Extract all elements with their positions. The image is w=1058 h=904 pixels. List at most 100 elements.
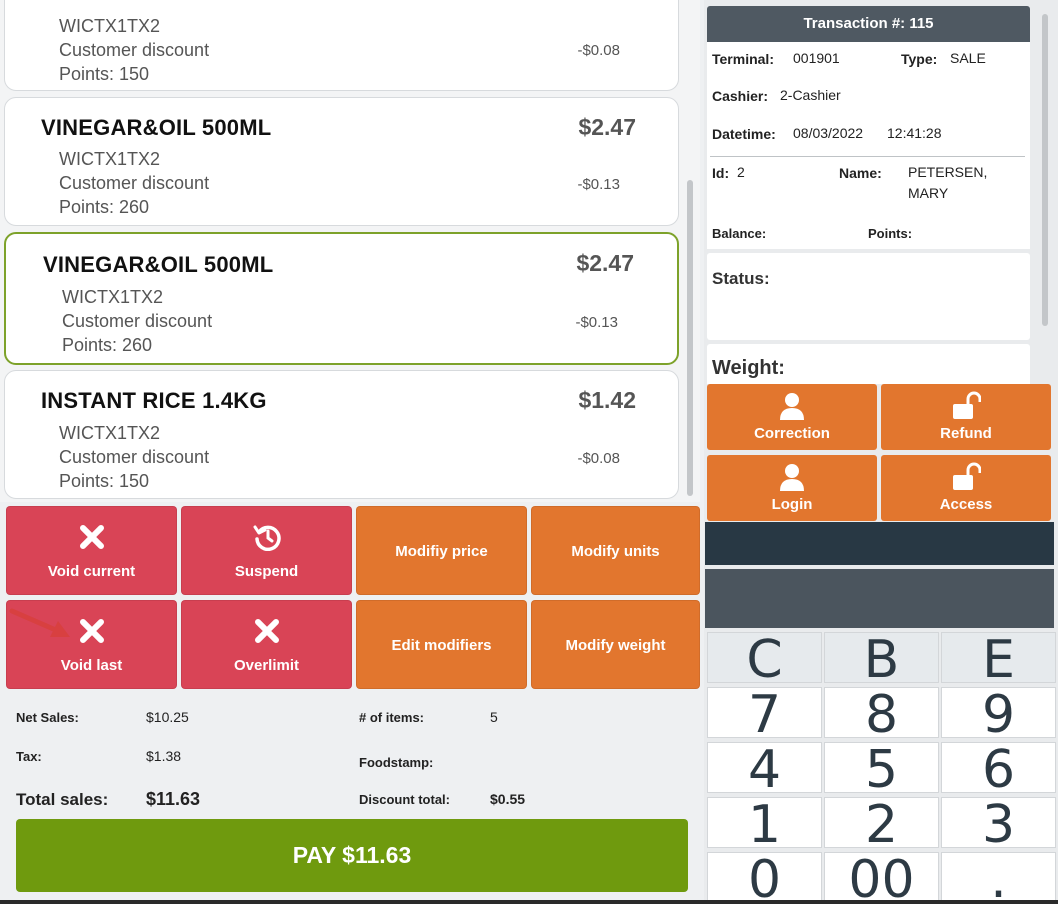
secondary-display [705,569,1054,628]
receipt-item[interactable]: INSTANT RICE 1.4KG $1.42 WICTX1TX2 Custo… [4,370,679,499]
item-price: $2.47 [576,250,634,276]
items-count-label: # of items: [359,710,425,725]
item-points: Points: 260 [62,335,153,355]
keypad-key-5[interactable]: 5 [824,742,939,793]
item-price: $2.47 [578,114,636,140]
customer-name-label: Name: [839,165,882,181]
modify-price-button[interactable]: Modifiy price [356,506,527,595]
divider [710,156,1025,157]
customer-id-value: 2 [737,164,745,180]
refund-label: Refund [940,425,992,442]
item-tax-code: WICTX1TX2 [59,423,161,443]
login-button[interactable]: Login [707,455,877,521]
void-current-button[interactable]: Void current [6,506,177,595]
cashier-label: Cashier: [712,88,769,104]
item-tax-code: WICTX1TX2 [59,16,161,36]
history-icon [253,525,281,551]
tax-label: Tax: [16,749,42,764]
net-sales-value: $10.25 [146,709,189,725]
refund-button[interactable]: Refund [881,384,1051,450]
discount-total-value: $0.55 [490,791,526,807]
keypad-enter-key[interactable]: E [941,632,1056,683]
modify-units-button[interactable]: Modify units [531,506,700,595]
weight-label: Weight: [712,357,785,379]
total-sales-label: Total sales: [16,790,109,809]
keypad-key-8[interactable]: 8 [824,687,939,738]
item-tax-code: WICTX1TX2 [62,287,164,307]
keypad-key-0[interactable]: 0 [707,852,822,903]
user-icon [780,393,804,420]
item-discount-value: -$0.08 [577,42,620,59]
keypad-key-3[interactable]: 3 [941,797,1056,848]
bottom-edge [0,900,1058,904]
item-price: $1.42 [578,387,636,413]
right-panel: Transaction #: 115 Terminal: 001901 Type… [704,0,1058,904]
keypad-key-2[interactable]: 2 [824,797,939,848]
close-icon [79,619,104,643]
close-icon [254,619,279,643]
item-points: Points: 150 [59,64,150,84]
modify-weight-button[interactable]: Modify weight [531,600,700,689]
keypad-key-00[interactable]: 00 [824,852,939,903]
correction-button[interactable]: Correction [707,384,877,450]
close-icon [79,525,104,549]
keypad-key-4[interactable]: 4 [707,742,822,793]
customer-id-label: Id: [712,165,730,181]
keypad-key-1[interactable]: 1 [707,797,822,848]
customer-name-line1: PETERSEN, [908,164,988,180]
tax-value: $1.38 [146,748,182,764]
type-label: Type: [901,51,938,67]
annotation-arrow-icon [9,608,70,637]
item-name: VINEGAR&OIL 500ML [43,252,274,277]
time-value: 12:41:28 [887,125,942,141]
pay-button[interactable]: PAY $11.63 [16,819,688,892]
status-box: Status: [707,253,1030,340]
item-points: Points: 260 [59,197,150,217]
receipt-scrollbar[interactable] [687,180,693,496]
items-count-value: 5 [490,709,498,725]
overlimit-button[interactable]: Overlimit [181,600,352,689]
user-icon [780,464,804,491]
receipt-list[interactable]: WICTX1TX2 Customer discount -$0.08 Point… [0,0,700,502]
customer-name-line2: MARY [908,185,949,201]
date-value: 08/03/2022 [793,125,864,141]
item-discount-label: Customer discount [59,40,210,60]
modify-weight-label: Modify weight [565,637,666,654]
suspend-button[interactable]: Suspend [181,506,352,595]
transaction-info: Terminal: 001901 Type: SALE Cashier: 2-C… [707,42,1030,249]
item-name: INSTANT RICE 1.4KG [41,388,267,413]
receipt-item[interactable]: VINEGAR&OIL 500ML $2.47 WICTX1TX2 Custom… [4,97,679,226]
item-discount-value: -$0.08 [577,450,620,467]
keypad-key-7[interactable]: 7 [707,687,822,738]
item-name: VINEGAR&OIL 500ML [41,115,272,140]
receipt-item-selected[interactable]: VINEGAR&OIL 500ML $2.47 WICTX1TX2 Custom… [4,232,679,365]
void-last-label: Void last [60,657,123,674]
keypad-key-decimal[interactable]: . [941,852,1056,903]
keypad-key-9[interactable]: 9 [941,687,1056,738]
void-current-label: Void current [47,563,136,580]
input-display [705,522,1054,565]
edit-modifiers-label: Edit modifiers [391,637,492,654]
item-discount-label: Customer discount [59,173,210,193]
unlock-icon [953,391,981,419]
item-discount-value: -$0.13 [577,176,620,193]
net-sales-label: Net Sales: [16,710,79,725]
keypad-clear-key[interactable]: C [707,632,822,683]
access-button[interactable]: Access [881,455,1051,521]
transaction-header: Transaction #: 115 [707,6,1030,42]
item-discount-label: Customer discount [59,447,210,467]
type-value: SALE [950,50,986,66]
total-sales-value: $11.63 [146,789,201,809]
terminal-value: 001901 [793,50,840,66]
edit-modifiers-button[interactable]: Edit modifiers [356,600,527,689]
item-discount-label: Customer discount [62,311,213,331]
datetime-label: Datetime: [712,126,776,142]
keypad-key-6[interactable]: 6 [941,742,1056,793]
suspend-label: Suspend [234,563,299,580]
cashier-value: 2-Cashier [780,87,841,103]
keypad-back-key[interactable]: B [824,632,939,683]
login-label: Login [771,496,813,513]
receipt-item[interactable]: WICTX1TX2 Customer discount -$0.08 Point… [4,0,679,91]
info-scrollbar[interactable] [1042,14,1048,326]
status-label: Status: [712,269,770,288]
